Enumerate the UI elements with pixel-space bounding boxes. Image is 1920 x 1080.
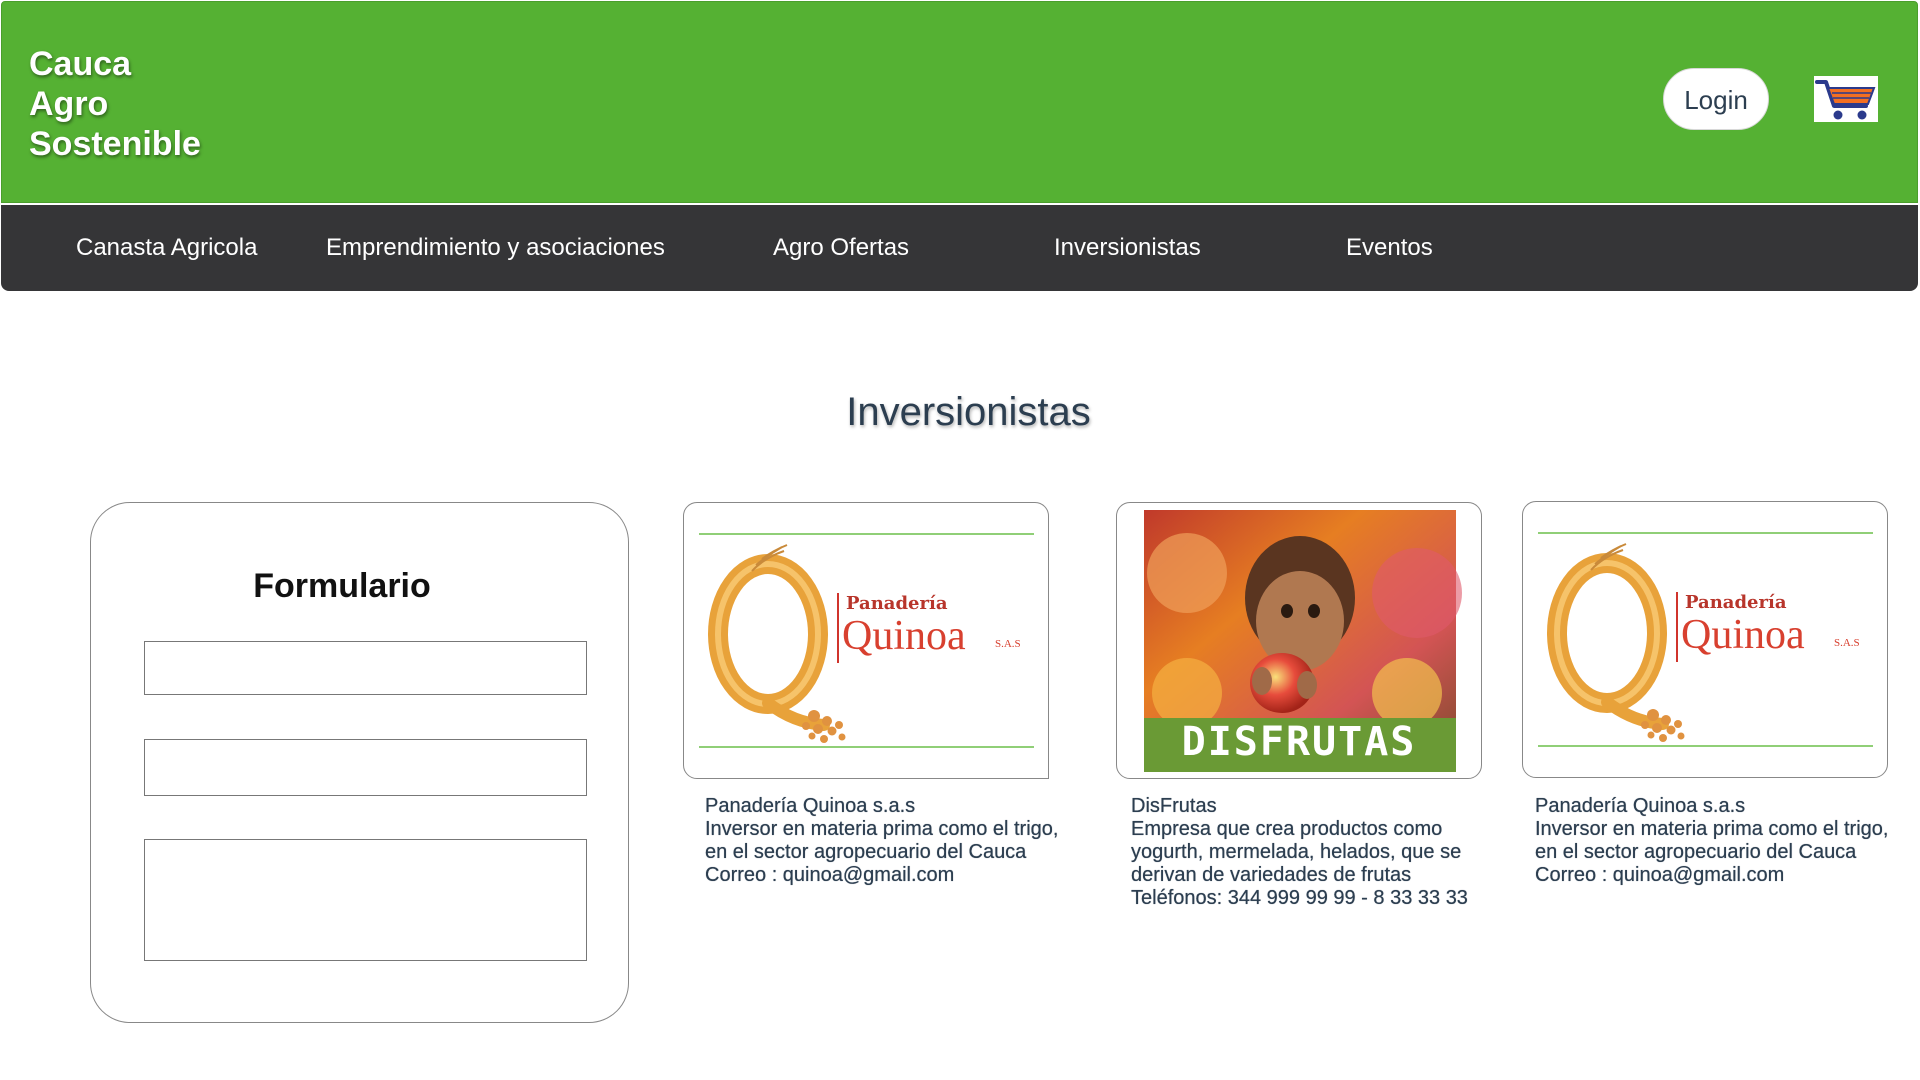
logo-text-big: Quinoa (842, 613, 966, 659)
investor-card-description: Panadería Quinoa s.a.s Inversor en mater… (1535, 795, 1888, 887)
card-line: derivan de variedades de frutas (1131, 864, 1412, 886)
form-textarea[interactable] (144, 839, 587, 961)
form-input-1[interactable] (144, 641, 587, 695)
logo-text-suffix: S.A.S (1834, 637, 1860, 649)
card-name: DisFrutas (1131, 795, 1217, 817)
card-email: Correo : quinoa@gmail.com (1535, 864, 1785, 886)
logo-text-suffix: S.A.S (995, 638, 1021, 650)
card-line: en el sector agropecuario del Cauca (705, 841, 1027, 863)
card-line: Inversor en materia prima como el trigo, (1535, 818, 1889, 840)
brand-line: Cauca (29, 45, 132, 83)
logo-text-small: Panadería (1685, 592, 1787, 613)
logo-text-small: Panadería (846, 593, 948, 614)
form-title: Formulario (253, 567, 431, 605)
form-input-2-field[interactable] (145, 740, 586, 795)
card-email: Correo : quinoa@gmail.com (705, 864, 955, 886)
card-name: Panadería Quinoa s.a.s (1535, 795, 1746, 817)
shopping-cart-icon[interactable] (1814, 76, 1878, 122)
card-line: Empresa que crea productos como (1131, 818, 1443, 840)
nav-item-canasta-agricola[interactable]: Canasta Agricola (76, 205, 257, 291)
card-phone: Teléfonos: 344 999 99 99 - 8 33 33 33 (1131, 887, 1468, 909)
form-input-2[interactable] (144, 739, 587, 796)
nav-item-eventos[interactable]: Eventos (1346, 205, 1433, 291)
site-brand[interactable]: Cauca Agro Sostenible (29, 44, 201, 164)
logo-text-big: Quinoa (1681, 612, 1805, 658)
form-textarea-field[interactable] (145, 840, 586, 960)
investor-card-description: DisFrutas Empresa que crea productos com… (1131, 795, 1468, 910)
nav-item-inversionistas[interactable]: Inversionistas (1054, 205, 1201, 291)
login-button[interactable]: Login (1663, 68, 1769, 130)
card-line: yogurth, mermelada, helados, que se (1131, 841, 1462, 863)
card-line: Inversor en materia prima como el trigo, (705, 818, 1059, 840)
card-line: en el sector agropecuario del Cauca (1535, 841, 1857, 863)
form-input-1-field[interactable] (145, 642, 586, 694)
brand-line: Agro (29, 85, 109, 123)
contact-form: Formulario (90, 502, 629, 1023)
nav-item-emprendimiento[interactable]: Emprendimiento y asociaciones (326, 205, 665, 291)
site-header: Cauca Agro Sostenible Login (1, 1, 1918, 203)
card-name: Panadería Quinoa s.a.s (705, 795, 916, 817)
investor-card-description: Panadería Quinoa s.a.s Inversor en mater… (705, 795, 1058, 887)
nav-item-agro-ofertas[interactable]: Agro Ofertas (773, 205, 909, 291)
page-title: Inversionistas (846, 390, 1091, 434)
brand-line: Sostenible (29, 125, 201, 163)
logo-banner-text: DISFRUTAS (1181, 719, 1417, 765)
main-nav: Canasta Agricola Emprendimiento y asocia… (1, 205, 1918, 291)
